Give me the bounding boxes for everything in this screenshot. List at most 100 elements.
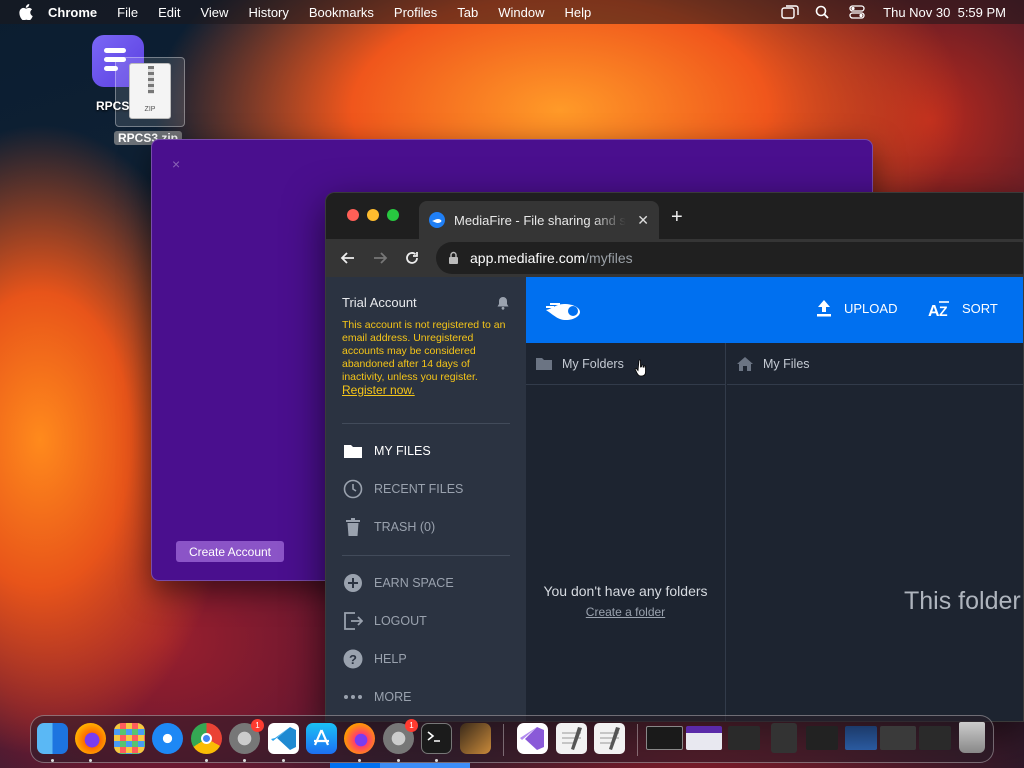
running-indicator: [282, 759, 285, 762]
sort-label: SORT: [962, 300, 998, 316]
window-close-button[interactable]: [347, 209, 359, 221]
close-icon[interactable]: ×: [172, 156, 180, 172]
mediafire-header: UPLOAD AZ SORT: [526, 277, 1023, 343]
chrome-window: MediaFire - File sharing and storage ✕ +…: [325, 192, 1024, 722]
zip-doc-text: ZIP: [144, 106, 156, 113]
sidebar-item-earn-space[interactable]: EARN SPACE: [342, 569, 512, 597]
notification-badge: 1: [251, 719, 264, 732]
upload-label: UPLOAD: [844, 300, 898, 316]
trash-icon[interactable]: [959, 722, 985, 753]
lock-icon[interactable]: [448, 251, 460, 265]
window-zoom-button[interactable]: [387, 209, 399, 221]
url-path: /myfiles: [585, 250, 633, 266]
terminal-icon[interactable]: [421, 723, 452, 754]
menu-tab[interactable]: Tab: [457, 5, 478, 20]
tab-mediafire[interactable]: MediaFire - File sharing and storage ✕: [419, 201, 659, 239]
files-header[interactable]: My Files: [727, 343, 1023, 385]
reload-button[interactable]: [400, 246, 424, 270]
minimized-window-thumbnail[interactable]: [919, 726, 951, 750]
sidebar-item-trash[interactable]: TRASH (0): [342, 513, 512, 541]
tab-close-icon[interactable]: ✕: [637, 212, 649, 229]
menu-bar: Chrome File Edit View History Bookmarks …: [0, 0, 1024, 24]
sidebar-item-label: MY FILES: [374, 444, 431, 458]
create-folder-link[interactable]: Create a folder: [526, 605, 725, 619]
register-now-link[interactable]: Register now.: [342, 383, 415, 397]
bell-icon[interactable]: [496, 296, 510, 310]
menu-bookmarks[interactable]: Bookmarks: [309, 5, 374, 20]
account-title: Trial Account: [342, 295, 417, 310]
mediafire-page: Trial Account This account is not regist…: [326, 277, 1023, 721]
more-icon: [342, 686, 364, 708]
empty-folder-message: This folder is empty: [904, 587, 1023, 615]
firefox-icon[interactable]: [344, 723, 375, 754]
sidebar-item-label: LOGOUT: [374, 614, 427, 628]
menu-app-name[interactable]: Chrome: [48, 5, 97, 20]
notification-badge: 1: [405, 719, 418, 732]
menu-profiles[interactable]: Profiles: [394, 5, 437, 20]
clock-datetime[interactable]: Thu Nov 30 5:59 PM: [883, 5, 1006, 20]
apple-icon[interactable]: [18, 4, 34, 20]
minimized-window-thumbnail[interactable]: [806, 726, 838, 750]
vscode-icon[interactable]: [268, 723, 299, 754]
sidebar-item-label: TRASH (0): [374, 520, 436, 534]
folder-icon: [536, 356, 554, 372]
app-store-icon[interactable]: [306, 723, 337, 754]
menu-help[interactable]: Help: [565, 5, 592, 20]
window-minimize-button[interactable]: [367, 209, 379, 221]
files-column: My Files This folder is empty: [727, 343, 1023, 721]
folders-header[interactable]: My Folders: [526, 343, 725, 385]
menu-file[interactable]: File: [117, 5, 138, 20]
sidebar-item-label: RECENT FILES: [374, 482, 464, 496]
svg-text:Z: Z: [939, 303, 948, 317]
screen-mirroring-icon[interactable]: [781, 5, 799, 19]
address-bar[interactable]: app.mediafire.com/myfiles: [436, 242, 1023, 274]
new-tab-button[interactable]: +: [671, 206, 683, 229]
menu-history[interactable]: History: [248, 5, 288, 20]
sidebar-item-label: MORE: [374, 690, 412, 704]
textedit-icon[interactable]: [594, 723, 625, 754]
minimized-window-thumbnail[interactable]: [728, 726, 760, 750]
menu-window[interactable]: Window: [498, 5, 544, 20]
garageband-icon[interactable]: [460, 723, 491, 754]
sidebar-item-logout[interactable]: LOGOUT: [342, 607, 512, 635]
menu-edit[interactable]: Edit: [158, 5, 180, 20]
textedit-icon[interactable]: [556, 723, 587, 754]
minimized-window-thumbnail[interactable]: [686, 726, 722, 750]
minimized-window-thumbnail[interactable]: [880, 726, 916, 750]
upload-button[interactable]: UPLOAD: [816, 299, 897, 317]
sort-button[interactable]: AZ SORT: [928, 299, 998, 318]
minimized-window-thumbnail[interactable]: [771, 723, 797, 753]
running-indicator: [358, 759, 361, 762]
dock: 1 1: [30, 715, 994, 763]
finder-icon[interactable]: [37, 723, 68, 754]
safari-icon[interactable]: [152, 723, 183, 754]
upload-icon: [816, 299, 832, 317]
minimized-window-thumbnail[interactable]: [845, 726, 877, 750]
create-account-button[interactable]: Create Account: [176, 541, 284, 562]
sidebar-item-my-files[interactable]: MY FILES: [342, 437, 512, 465]
launchpad-icon[interactable]: [114, 723, 145, 754]
url-host: app.mediafire.com: [470, 250, 586, 266]
chrome-icon[interactable]: [191, 723, 222, 754]
spotlight-search-icon[interactable]: [815, 5, 831, 19]
mediafire-logo-icon[interactable]: [544, 296, 590, 324]
menu-view[interactable]: View: [200, 5, 228, 20]
sidebar-item-help[interactable]: ? HELP: [342, 645, 512, 673]
unregistered-warning: This account is not registered to an ema…: [342, 319, 512, 398]
firefox-developer-icon[interactable]: [75, 723, 106, 754]
sidebar-item-recent-files[interactable]: RECENT FILES: [342, 475, 512, 503]
running-indicator: [205, 759, 208, 762]
warning-text: This account is not registered to an ema…: [342, 319, 506, 383]
minimized-window-thumbnail[interactable]: [646, 726, 683, 750]
zip-file-icon[interactable]: ZIP: [129, 63, 171, 119]
running-indicator: [435, 759, 438, 762]
control-center-icon[interactable]: [849, 5, 865, 19]
folders-header-label: My Folders: [562, 356, 624, 371]
visual-studio-icon[interactable]: [517, 723, 548, 754]
forward-button[interactable]: [368, 246, 392, 270]
back-button[interactable]: [336, 246, 360, 270]
mediafire-favicon-icon: [429, 212, 445, 228]
plus-circle-icon: [342, 572, 364, 594]
tab-bar: MediaFire - File sharing and storage ✕ +: [326, 193, 1023, 239]
sidebar-item-more[interactable]: MORE: [342, 683, 512, 711]
